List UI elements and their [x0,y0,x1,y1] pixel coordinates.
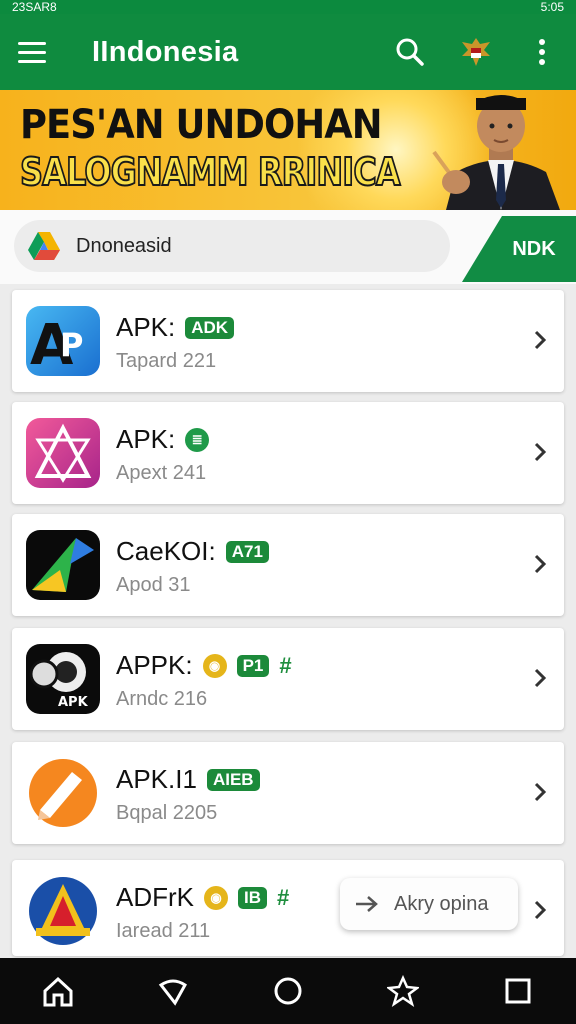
app-subtitle: Iaread 211 [116,920,211,942]
action-chip[interactable]: Akry opina [340,878,518,930]
app-badge: ADK [185,316,235,339]
banner-headline: PES'AN UNDOHAN [20,102,383,148]
app-icon [26,418,100,488]
status-left-text: 23SAR8 [12,0,57,14]
app-subtitle: Bqpal 2205 [116,802,218,824]
action-chip-label: Akry opina [394,892,489,915]
more-vert-icon[interactable] [518,28,566,76]
drive-logo-icon [28,232,60,260]
status-bar: 23SAR8 5:05 [0,0,576,14]
svg-text:APK: APK [58,695,89,710]
list-item-app-5[interactable]: APK.I1 AIEB Bqpal 2205 [12,742,564,844]
search-icon[interactable] [386,28,434,76]
chevron-right-icon [534,782,547,802]
app-subtitle: Apext 241 [116,462,207,484]
system-nav-bar [0,958,576,1024]
arrow-right-icon [356,896,378,912]
app-coin-badge: ◉ [202,653,227,678]
app-icon: AP [26,306,100,376]
home-icon[interactable] [33,966,83,1016]
app-name: APPK: ◉ P1 # [116,650,292,680]
app-icon [26,758,100,828]
circle-home-icon[interactable] [263,966,313,1016]
recents-icon[interactable] [493,966,543,1016]
chevron-right-icon [534,668,547,688]
ndk-button[interactable]: NDK [462,216,576,282]
app-icon: APK [26,644,100,714]
chevron-right-icon [534,330,547,350]
list-item-app-3[interactable]: CaeKOI: A71 Apod 31 [12,514,564,616]
back-icon[interactable] [148,966,198,1016]
app-subtitle: Tapard 221 [116,350,217,372]
garuda-emblem-icon[interactable] [452,28,500,76]
star-icon[interactable] [378,966,428,1016]
chevron-right-icon [534,900,547,920]
person-illustration [432,95,560,210]
app-name: APK: ≣ [116,424,210,455]
chevron-right-icon [534,442,547,462]
search-value: Dnoneasid [76,234,172,257]
app-name: ADFrK ◉ IB # [116,882,290,912]
menu-icon[interactable] [18,32,58,72]
app-icon [26,876,100,946]
app-hash-badge: # [279,652,292,678]
app-subtitle: Arndc 216 [116,688,208,710]
banner-subheadline: SALOGNAMM RRINICA [19,149,401,195]
app-icon [26,530,100,600]
app-coin-badge: ◉ [204,885,228,910]
promo-banner[interactable]: PES'AN UNDOHAN SALOGNAMM RRINICA [0,90,576,210]
app-subtitle: Apod 31 [116,574,191,596]
search-row: Dnoneasid NDK [0,210,576,284]
list-item-app-2[interactable]: APK: ≣ Apext 241 [12,402,564,504]
status-time: 5:05 [540,0,564,14]
app-hash-badge: # [277,884,290,910]
app-name: CaeKOI: A71 [116,536,269,567]
app-badge: A71 [225,540,269,563]
app-badge: AIEB [206,768,260,791]
app-name: APK: ADK [116,312,235,343]
app-bar: IIndonesia [0,14,576,90]
app-title: IIndonesia [92,35,239,68]
search-input[interactable]: Dnoneasid [14,220,450,272]
app-badge: ≣ [185,427,210,452]
list-item-app-4[interactable]: APK APPK: ◉ P1 # Arndc 216 [12,628,564,730]
app-badge: P1 [236,654,270,677]
app-badge: IB [238,886,267,909]
svg-text:P: P [60,326,83,364]
chevron-right-icon [534,554,547,574]
app-name: APK.I1 AIEB [116,764,260,795]
list-item-app-1[interactable]: AP APK: ADK Tapard 221 [12,290,564,392]
